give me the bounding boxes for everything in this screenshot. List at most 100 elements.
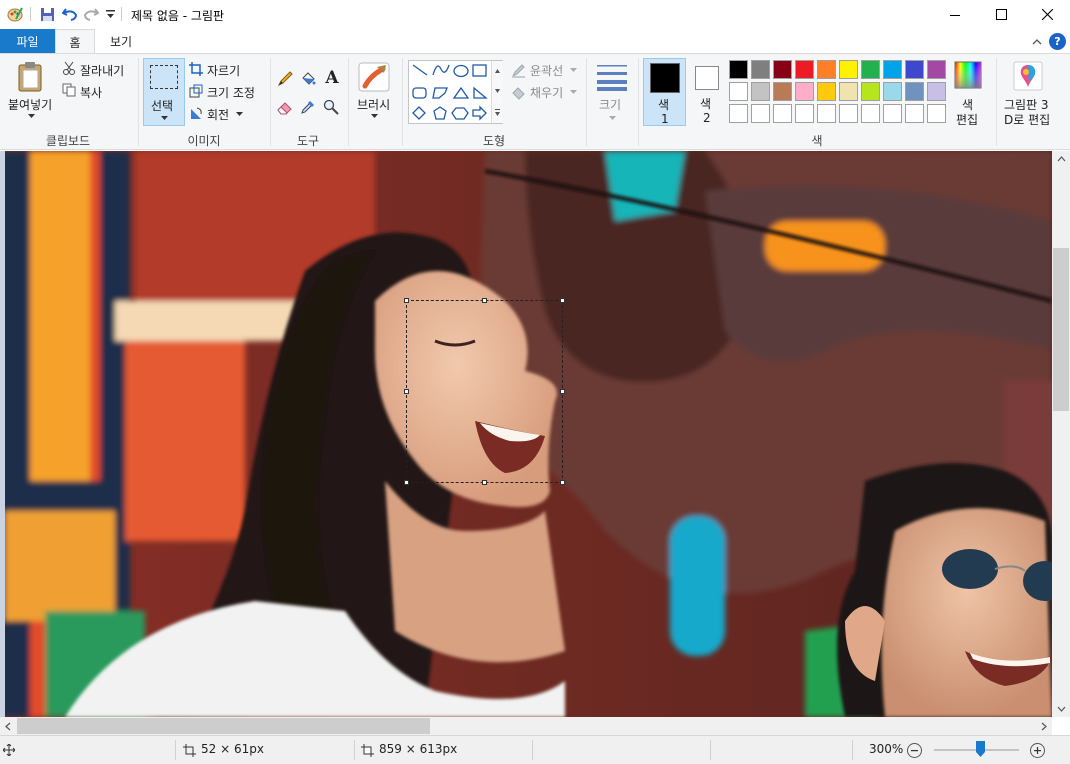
crop-button[interactable]: 자르기 <box>207 62 240 79</box>
palette-swatch[interactable] <box>773 60 792 79</box>
size-icon[interactable] <box>595 62 629 92</box>
palette-swatch[interactable] <box>751 82 770 101</box>
selection-handle[interactable] <box>404 480 409 485</box>
eraser-icon[interactable] <box>276 98 294 116</box>
palette-swatch-empty[interactable] <box>905 104 924 123</box>
close-button[interactable] <box>1024 0 1070 29</box>
selection-handle[interactable] <box>560 298 565 303</box>
brushes-dropdown-icon[interactable] <box>369 112 379 120</box>
palette-swatch-empty[interactable] <box>729 104 748 123</box>
cut-button[interactable]: 잘라내기 <box>80 62 124 79</box>
help-icon[interactable]: ? <box>1049 33 1066 50</box>
select-button[interactable]: 선택 <box>143 58 185 126</box>
size-button[interactable]: 크기 <box>599 96 621 113</box>
palette-swatch-empty[interactable] <box>927 104 946 123</box>
palette-swatch-empty[interactable] <box>883 104 902 123</box>
vertical-scroll-thumb[interactable] <box>1053 248 1069 411</box>
scroll-right-icon[interactable] <box>1039 721 1049 731</box>
brush-icon[interactable] <box>356 60 392 94</box>
horizontal-scroll-thumb[interactable] <box>17 718 430 734</box>
palette-swatch[interactable] <box>773 82 792 101</box>
magnifier-icon[interactable] <box>322 98 340 116</box>
pencil-icon[interactable] <box>276 70 294 88</box>
size-dropdown-icon[interactable] <box>607 114 617 122</box>
palette-swatch[interactable] <box>729 82 748 101</box>
maximize-button[interactable] <box>978 0 1024 29</box>
selection-handle[interactable] <box>560 389 565 394</box>
zoom-slider-thumb[interactable] <box>976 741 986 757</box>
palette-swatch-empty[interactable] <box>817 104 836 123</box>
canvas-area[interactable] <box>0 151 1052 717</box>
palette-swatch[interactable] <box>729 60 748 79</box>
selection-handle[interactable] <box>560 480 565 485</box>
copy-button[interactable]: 복사 <box>80 84 102 101</box>
save-icon[interactable] <box>38 5 56 23</box>
rotate-dropdown-icon[interactable] <box>234 110 244 118</box>
palette-swatch-empty[interactable] <box>751 104 770 123</box>
resize-button[interactable]: 크기 조정 <box>207 84 255 101</box>
paste-dropdown-icon[interactable] <box>26 112 36 120</box>
redo-icon[interactable] <box>82 5 100 23</box>
palette-swatch[interactable] <box>883 60 902 79</box>
minimize-button[interactable] <box>932 0 978 29</box>
rotate-button[interactable]: 회전 <box>207 106 229 123</box>
palette-swatch[interactable] <box>927 82 946 101</box>
color-picker-icon[interactable] <box>299 98 317 116</box>
horizontal-scrollbar[interactable] <box>0 717 1052 735</box>
tab-view[interactable]: 보기 <box>98 29 144 53</box>
edit-colors-label-2[interactable]: 편집 <box>956 111 978 128</box>
zoom-in-button[interactable] <box>1030 743 1045 758</box>
edit-colors-icon[interactable] <box>953 60 983 90</box>
palette-swatch[interactable] <box>839 82 858 101</box>
vertical-scrollbar[interactable] <box>1052 151 1070 717</box>
collapse-ribbon-icon[interactable] <box>1030 34 1044 48</box>
paint3d-label-2[interactable]: D로 편집 <box>1004 111 1050 128</box>
palette-swatch-empty[interactable] <box>861 104 880 123</box>
fill-bucket-icon[interactable] <box>299 70 317 88</box>
fill-button[interactable]: 채우기 <box>530 84 563 101</box>
palette-swatch-empty[interactable] <box>795 104 814 123</box>
color1-button[interactable]: 색 1 <box>643 58 686 126</box>
undo-icon[interactable] <box>61 5 79 23</box>
outline-button[interactable]: 윤곽선 <box>530 62 563 79</box>
palette-swatch-empty[interactable] <box>773 104 792 123</box>
palette-swatch[interactable] <box>905 82 924 101</box>
selection-handle[interactable] <box>482 480 487 485</box>
paint3d-icon[interactable] <box>1012 60 1044 92</box>
canvas-image[interactable] <box>5 151 1052 717</box>
select-dropdown-icon[interactable] <box>159 114 169 122</box>
tab-home[interactable]: 홈 <box>55 29 95 54</box>
selection-rectangle[interactable] <box>404 298 565 485</box>
palette-swatch[interactable] <box>817 82 836 101</box>
text-tool-icon[interactable]: A <box>322 68 342 88</box>
paste-button[interactable]: 붙여넣기 <box>8 96 52 113</box>
palette-swatch[interactable] <box>795 60 814 79</box>
palette-swatch[interactable] <box>795 82 814 101</box>
fill-dropdown-icon[interactable] <box>568 88 578 96</box>
palette-swatch[interactable] <box>861 60 880 79</box>
scroll-up-icon[interactable] <box>1056 154 1066 164</box>
palette-swatch[interactable] <box>905 60 924 79</box>
paint-app-icon[interactable] <box>6 5 24 23</box>
scroll-down-icon[interactable] <box>1056 704 1066 714</box>
palette-swatch[interactable] <box>927 60 946 79</box>
palette-swatch[interactable] <box>883 82 902 101</box>
selection-handle[interactable] <box>482 298 487 303</box>
tab-file[interactable]: 파일 <box>0 29 55 53</box>
outline-dropdown-icon[interactable] <box>568 66 578 74</box>
scroll-left-icon[interactable] <box>3 721 13 731</box>
status-bar: 52 × 61px 859 × 613px 300% <box>0 735 1070 764</box>
zoom-out-button[interactable] <box>907 743 922 758</box>
selection-handle[interactable] <box>404 298 409 303</box>
brushes-button[interactable]: 브러시 <box>357 96 390 113</box>
palette-swatch-empty[interactable] <box>839 104 858 123</box>
palette-swatch[interactable] <box>839 60 858 79</box>
palette-swatch[interactable] <box>751 60 770 79</box>
selection-handle[interactable] <box>404 389 409 394</box>
color2-button[interactable]: 색 2 <box>690 58 725 126</box>
palette-swatch[interactable] <box>817 60 836 79</box>
quick-access-dropdown-icon[interactable] <box>104 5 116 23</box>
palette-swatch[interactable] <box>861 82 880 101</box>
shapes-gallery[interactable] <box>408 60 503 124</box>
paste-icon[interactable] <box>14 60 48 94</box>
